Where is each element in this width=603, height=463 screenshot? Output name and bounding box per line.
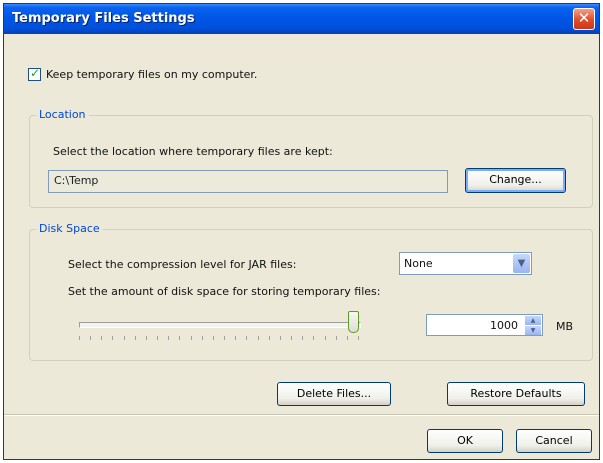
slider-tick	[347, 336, 348, 340]
slider-tick	[325, 336, 326, 340]
ok-button[interactable]: OK	[427, 429, 503, 453]
location-path-field: C:\Temp	[48, 170, 448, 193]
change-button[interactable]: Change...	[465, 168, 566, 193]
slider-tick	[124, 336, 125, 340]
slider-tick	[258, 336, 259, 340]
slider-tick	[235, 336, 236, 340]
title-bar[interactable]: Temporary Files Settings ✕	[4, 4, 599, 34]
cancel-button[interactable]: Cancel	[516, 429, 592, 453]
compression-level-value: None	[404, 257, 433, 270]
disk-space-legend: Disk Space	[36, 222, 103, 235]
button-separator	[4, 414, 599, 416]
disk-space-slider-ticks	[79, 336, 359, 340]
slider-tick	[179, 336, 180, 340]
slider-tick	[280, 336, 281, 340]
disk-space-slider-track[interactable]	[79, 322, 361, 328]
compression-level-select[interactable]: None ▼	[399, 252, 532, 275]
slider-tick	[269, 336, 270, 340]
compression-label: Select the compression level for JAR fil…	[68, 258, 297, 271]
slider-tick	[79, 336, 80, 340]
close-icon: ✕	[577, 9, 591, 27]
check-icon: ✓	[30, 66, 41, 80]
slider-tick	[101, 336, 102, 340]
disk-amount-label: Set the amount of disk space for storing…	[68, 285, 381, 298]
slider-tick	[358, 336, 359, 340]
slider-tick	[90, 336, 91, 340]
slider-tick	[246, 336, 247, 340]
slider-tick	[191, 336, 192, 340]
slider-tick	[157, 336, 158, 340]
slider-tick	[213, 336, 214, 340]
restore-defaults-button[interactable]: Restore Defaults	[447, 382, 585, 406]
disk-space-value[interactable]: 1000	[490, 319, 518, 332]
slider-tick	[135, 336, 136, 340]
temporary-files-settings-dialog: Temporary Files Settings ✕ ✓ Keep tempor…	[3, 3, 600, 460]
chevron-down-icon[interactable]: ▼	[513, 254, 530, 273]
disk-space-slider-thumb[interactable]	[348, 311, 359, 333]
slider-tick	[202, 336, 203, 340]
disk-space-unit: MB	[556, 320, 574, 333]
spinner-up-icon[interactable]: ▲	[525, 316, 541, 325]
slider-tick	[336, 336, 337, 340]
spinner-down-icon[interactable]: ▼	[525, 326, 541, 335]
slider-tick	[146, 336, 147, 340]
slider-tick	[291, 336, 292, 340]
delete-files-button[interactable]: Delete Files...	[277, 382, 391, 406]
window-title: Temporary Files Settings	[12, 11, 195, 26]
slider-tick	[112, 336, 113, 340]
slider-tick	[313, 336, 314, 340]
close-button[interactable]: ✕	[573, 8, 595, 30]
keep-files-label: Keep temporary files on my computer.	[46, 68, 258, 81]
location-description: Select the location where temporary file…	[53, 145, 333, 158]
slider-tick	[302, 336, 303, 340]
location-legend: Location	[36, 108, 89, 121]
keep-files-checkbox[interactable]: ✓	[28, 66, 41, 81]
slider-tick	[224, 336, 225, 340]
slider-tick	[168, 336, 169, 340]
location-group: Location	[29, 108, 593, 208]
disk-space-spinner[interactable]: 1000 ▲ ▼	[426, 314, 543, 336]
